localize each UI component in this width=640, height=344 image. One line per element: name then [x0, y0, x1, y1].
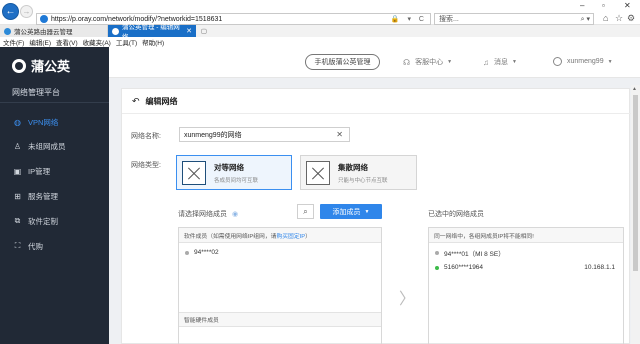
main-content: ↶ 编辑网络 网络名称: xunmeng99的网络 ✕ 网络类型: 对等网络 各…: [109, 78, 640, 344]
list-item[interactable]: 5160****1964 10.168.1.1: [429, 260, 623, 275]
menu-view[interactable]: 查看(V): [56, 37, 78, 47]
menu-file[interactable]: 文件(F): [3, 37, 24, 47]
hardware-members-header: 智能硬件成员: [179, 312, 381, 327]
chevron-right-icon: 〉: [399, 291, 416, 308]
address-bar[interactable]: https://p.oray.com/network/modify/?netwo…: [36, 13, 431, 25]
mesh-network-icon: [182, 160, 206, 185]
back-arrow-icon[interactable]: ↶: [132, 96, 140, 107]
page-title: 编辑网络: [145, 96, 178, 106]
sidebar-item-services[interactable]: ⊞ 服务管理: [0, 187, 109, 205]
list-item[interactable]: 94****01（MI 8 SE）: [429, 245, 623, 260]
sidebar-item-ip[interactable]: ▣ IP管理: [0, 162, 109, 180]
edit-network-card: ↶ 编辑网络 网络名称: xunmeng99的网络 ✕ 网络类型: 对等网络 各…: [121, 88, 631, 344]
offline-status-icon: [435, 250, 439, 255]
hub-network-icon: [306, 160, 330, 185]
offline-status-icon: [185, 250, 189, 255]
close-window-icon[interactable]: ✕: [624, 1, 631, 10]
menu-help[interactable]: 帮助(H): [142, 37, 164, 47]
page-scrollbar[interactable]: ▲: [631, 85, 640, 344]
tab-edit-network[interactable]: 蒲公英管理 - 编辑网络 ✕: [108, 24, 196, 41]
menu-favorites[interactable]: 收藏夹(A): [83, 37, 111, 47]
buy-fixed-ip-link[interactable]: 购买固定IP: [276, 231, 305, 240]
bell-icon: ♫: [483, 57, 489, 67]
menu-tools[interactable]: 工具(T): [116, 37, 137, 47]
tab-bar: 蒲公英路由器云管理 蒲公英管理 - 编辑网络 ✕ ▢: [0, 24, 640, 41]
chevron-down-icon: ▼: [607, 58, 613, 65]
app-topbar: 手机版蒲公英管理 ☊ 客服中心 ▼ ♫ 消息 ▼ xunmeng99 ▼: [109, 47, 640, 78]
grid-icon: ⊞: [14, 191, 21, 201]
type-option-hub[interactable]: 集散网络 只能与中心节点互联: [300, 155, 417, 190]
ie-icon: [40, 15, 48, 23]
search-icon[interactable]: ⌕ ▾: [581, 15, 590, 24]
member-ip: 10.168.1.1: [584, 264, 615, 271]
mobile-version-button[interactable]: 手机版蒲公英管理: [305, 54, 380, 70]
menu-edit[interactable]: 编辑(E): [29, 37, 51, 47]
selected-members-note: 同一网络中，各组网成员IP将不能相同!: [429, 228, 623, 243]
sidebar-item-vpn[interactable]: ◍ VPN网络: [0, 113, 109, 131]
new-tab-button[interactable]: ▢: [197, 25, 211, 37]
sidebar: 蒲公英 网络管理平台 ◍ VPN网络 ♙ 未组网成员 ▣ IP管理 ⊞ 服务管理…: [0, 47, 109, 344]
network-name-label: 网络名称:: [131, 133, 161, 140]
selected-members-label: 已选中的网络成员: [428, 211, 484, 218]
selected-members-box: 同一网络中，各组网成员IP将不能相同! 94****01（MI 8 SE） 51…: [428, 227, 624, 344]
tab-close-icon[interactable]: ✕: [186, 27, 192, 35]
platform-title: 网络管理平台: [12, 88, 60, 97]
chevron-down-icon: ▼: [512, 59, 517, 65]
logo[interactable]: 蒲公英: [12, 56, 70, 75]
globe-icon: ◍: [14, 117, 21, 127]
list-item[interactable]: 94****02: [179, 245, 381, 260]
tab-favicon-icon: [4, 27, 11, 35]
sidebar-item-unjoined[interactable]: ♙ 未组网成员: [0, 137, 109, 155]
avatar: [553, 57, 562, 66]
user-menu[interactable]: xunmeng99 ▼: [553, 57, 613, 66]
card-header: ↶ 编辑网络: [122, 89, 631, 114]
person-icon: ♙: [13, 141, 22, 151]
select-members-label: 请选择网络成员 ◉: [178, 211, 239, 218]
browser-titlebar: ← → https://p.oray.com/network/modify/?n…: [0, 0, 640, 25]
tab-favicon-icon: [112, 27, 119, 35]
network-type-label: 网络类型:: [131, 162, 161, 169]
scroll-up-icon[interactable]: ▲: [632, 86, 637, 92]
sidebar-item-customize[interactable]: ⧉ 软件定制: [0, 212, 109, 230]
tab-router-cloud[interactable]: 蒲公英路由器云管理: [0, 25, 108, 37]
cart-icon: ⛶: [14, 241, 21, 250]
ip-icon: ▣: [13, 166, 22, 176]
puzzle-icon: ⧉: [14, 216, 21, 225]
back-button[interactable]: ←: [2, 3, 19, 20]
software-members-header: 软件成员（如需使用网络IP组网，请 购买固定IP ）: [179, 228, 381, 243]
clear-icon[interactable]: ✕: [336, 130, 343, 139]
member-search-button[interactable]: ⌕: [297, 204, 314, 219]
settings-gear-icon[interactable]: ⚙: [627, 13, 635, 24]
service-center-link[interactable]: ☊ 客服中心 ▼: [403, 57, 452, 67]
browser-menubar: 文件(F) 编辑(E) 查看(V) 收藏夹(A) 工具(T) 帮助(H): [0, 37, 640, 47]
sidebar-item-purchase[interactable]: ⛶ 代购: [0, 237, 109, 255]
type-option-p2p[interactable]: 对等网络 各成员间均可互联: [176, 155, 292, 190]
headset-icon: ☊: [403, 57, 411, 67]
search-icon: ⌕: [303, 206, 308, 216]
sidebar-divider: [0, 102, 109, 103]
add-member-button[interactable]: 添加成员 ▼: [320, 204, 382, 219]
forward-button[interactable]: →: [20, 5, 33, 18]
dandelion-logo-icon: [12, 58, 26, 73]
online-status-icon: [435, 265, 439, 270]
messages-link[interactable]: ♫ 消息 ▼: [483, 57, 517, 67]
eye-icon[interactable]: ◉: [232, 211, 238, 218]
scrollbar-thumb[interactable]: [633, 95, 638, 271]
available-members-box: 软件成员（如需使用网络IP组网，请 购买固定IP ） 94****02 智能硬件…: [178, 227, 382, 344]
favorites-star-icon[interactable]: ☆: [615, 13, 623, 24]
browser-search-input[interactable]: 搜索... ⌕ ▾: [434, 13, 594, 25]
chevron-down-icon: ▼: [364, 208, 370, 215]
maximize-icon[interactable]: ▫: [602, 1, 605, 10]
home-icon[interactable]: ⌂: [603, 13, 608, 23]
minimize-icon[interactable]: –: [580, 1, 584, 10]
network-name-field[interactable]: xunmeng99的网络 ✕: [179, 127, 350, 142]
chevron-down-icon: ▼: [447, 59, 453, 65]
address-actions-icon[interactable]: 🔒 ▾ C: [391, 15, 427, 23]
